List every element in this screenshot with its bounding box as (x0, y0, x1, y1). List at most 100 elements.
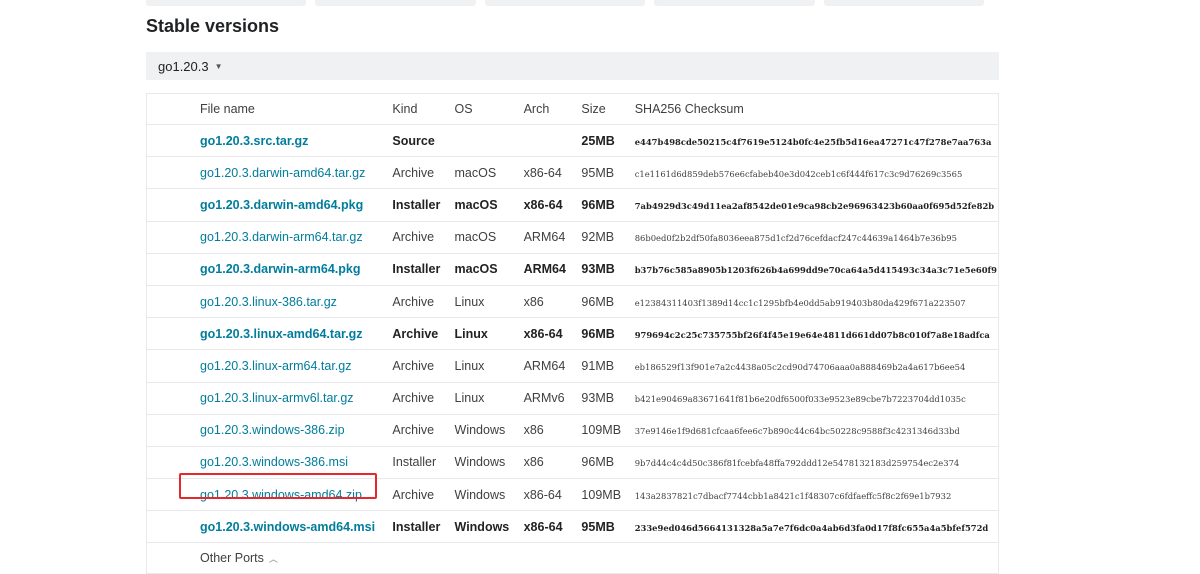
cell-os: Linux (453, 317, 523, 350)
table-row: go1.20.3.src.tar.gz Source 25MB e447b498cde… (147, 123, 998, 157)
cell-os: Windows (453, 413, 523, 447)
checksum-text: b37b76c585a8905b1203f626b4a699dd9e70ca64… (634, 265, 997, 276)
cell-size: 95MB (580, 510, 634, 543)
cell-size: 96MB (580, 445, 634, 479)
column-header-size: Size (581, 102, 606, 116)
checksum-text: 9b7d44c4c4d50c386f81fcebfa48ffa792ddd12e… (634, 458, 960, 469)
version-toggle[interactable]: go1.20.3 ▼ (146, 52, 999, 80)
cell-kind: Archive (391, 284, 454, 318)
download-link[interactable]: go1.20.3.darwin-arm64.pkg (200, 262, 360, 276)
cell-os: Windows (453, 445, 523, 479)
cell-kind: Archive (391, 156, 454, 189)
cell-kind: Archive (391, 349, 454, 382)
checksum-text: c1e1161d6d859deb576e6cfabeb40e3d042ceb1c… (634, 168, 963, 179)
cell-size: 109MB (580, 478, 634, 511)
top-tab-stub[interactable] (146, 0, 307, 6)
cell-size: 109MB (580, 413, 634, 447)
cell-arch: ARMv6 (522, 381, 581, 415)
cell-checksum: 979694c2c25c735755bf26f4f45e19e64e4811d6… (633, 317, 998, 350)
top-tab-stub[interactable] (654, 0, 815, 6)
cell-kind: Archive (391, 413, 454, 447)
checksum-text: 86b0ed0f2b2df50fa8036eea875d1cf2d76cefda… (634, 233, 957, 244)
download-link[interactable]: go1.20.3.darwin-amd64.pkg (200, 198, 363, 212)
cell-file: go1.20.3.windows-amd64.msi (147, 510, 392, 543)
cell-size: 96MB (580, 188, 634, 222)
table-row: go1.20.3.linux-386.tar.gz Archive Linux x86… (147, 284, 998, 318)
cell-size: 96MB (580, 317, 634, 350)
cell-os: Windows (453, 510, 523, 543)
cell-file: go1.20.3.linux-amd64.tar.gz (147, 317, 392, 350)
table-row: go1.20.3.windows-amd64.zip Archive Windows… (147, 478, 998, 511)
cell-file: go1.20.3.darwin-arm64.tar.gz (147, 220, 392, 254)
cell-checksum: 37e9146e1f9d681cfcaa6fee6c7b890c44c64bc5… (633, 413, 998, 447)
download-link[interactable]: go1.20.3.linux-386.tar.gz (200, 295, 337, 309)
cell-arch: x86-64 (522, 478, 581, 511)
cell-kind: Archive (391, 317, 454, 350)
section-title: Stable versions (146, 16, 280, 36)
cell-os: macOS (453, 188, 523, 222)
table-header-row: File name Kind OS Arch Size SHA256 Check… (147, 94, 998, 125)
cell-checksum: e12384311403f1389d14cc1c1295bfb4e0dd5ab9… (633, 284, 998, 318)
column-header-arch: Arch (523, 102, 550, 116)
table-row: go1.20.3.darwin-arm64.pkg Installer macOS A… (147, 252, 998, 286)
cell-checksum: c1e1161d6d859deb576e6cfabeb40e3d042ceb1c… (633, 156, 998, 189)
cell-kind: Archive (391, 220, 454, 254)
checksum-text: 979694c2c25c735755bf26f4f45e19e64e4811d6… (634, 329, 990, 340)
table-row: go1.20.3.darwin-amd64.tar.gz Archive macOS… (147, 156, 998, 189)
cell-os: Linux (453, 381, 523, 415)
download-link[interactable]: go1.20.3.darwin-amd64.tar.gz (200, 166, 365, 180)
caret-down-icon: ▼ (214, 61, 223, 71)
checksum-text: 143a2837821c7dbacf7744cbb1a8421c1f48307c… (634, 490, 952, 501)
table-row: go1.20.3.windows-amd64.msi Installer Windo… (147, 510, 998, 543)
checksum-text: 233e9ed046d5664131328a5a7e7f6dc0a4ab6d3f… (634, 522, 989, 533)
download-link[interactable]: go1.20.3.linux-arm64.tar.gz (200, 359, 351, 373)
download-link[interactable]: go1.20.3.windows-amd64.msi (200, 520, 375, 534)
cell-kind: Archive (391, 381, 454, 415)
download-link[interactable]: go1.20.3.windows-386.zip (200, 423, 345, 437)
cell-checksum: b37b76c585a8905b1203f626b4a699dd9e70ca64… (633, 252, 998, 286)
column-header-kind: Kind (392, 102, 418, 116)
cell-os: Linux (453, 284, 523, 318)
checksum-text: e12384311403f1389d14cc1c1295bfb4e0dd5ab9… (634, 297, 966, 308)
table-row: go1.20.3.darwin-amd64.pkg Installer macOS x… (147, 188, 998, 222)
download-link[interactable]: go1.20.3.windows-amd64.zip (200, 488, 362, 502)
download-link[interactable]: go1.20.3.darwin-arm64.tar.gz (200, 230, 363, 244)
cell-arch: ARM64 (522, 349, 581, 382)
cell-checksum: 233e9ed046d5664131328a5a7e7f6dc0a4ab6d3f… (633, 510, 998, 543)
cell-os: Windows (453, 478, 523, 511)
table-row: go1.20.3.windows-386.msi Installer Windows… (147, 445, 998, 479)
download-link[interactable]: go1.20.3.linux-amd64.tar.gz (200, 327, 363, 341)
cell-checksum: 143a2837821c7dbacf7744cbb1a8421c1f48307c… (633, 478, 998, 511)
other-ports-label: Other Ports (200, 551, 264, 566)
download-link[interactable]: go1.20.3.linux-armv6l.tar.gz (200, 391, 354, 405)
download-link[interactable]: go1.20.3.src.tar.gz (200, 134, 308, 148)
cell-file: go1.20.3.darwin-arm64.pkg (147, 252, 392, 286)
downloads-table-container: File name Kind OS Arch Size SHA256 Check… (146, 93, 999, 574)
table-body: go1.20.3.src.tar.gz Source 25MB e447b498cde… (147, 123, 998, 543)
cell-arch: x86 (522, 284, 581, 318)
cell-arch: x86-64 (522, 188, 581, 222)
cell-kind: Installer (391, 445, 454, 479)
cell-arch: x86-64 (522, 510, 581, 543)
top-tab-stub[interactable] (823, 0, 985, 6)
cell-os: Linux (453, 349, 523, 382)
cell-file: go1.20.3.linux-armv6l.tar.gz (147, 381, 392, 415)
other-ports-toggle[interactable]: Other Ports ︿ (200, 551, 278, 565)
cell-arch: x86-64 (522, 317, 581, 350)
cell-arch: x86 (522, 413, 581, 447)
column-header-checksum: SHA256 Checksum (634, 102, 744, 116)
download-link[interactable]: go1.20.3.windows-386.msi (200, 455, 348, 469)
cell-size: 92MB (580, 220, 634, 254)
cell-file: go1.20.3.windows-amd64.zip (147, 478, 392, 511)
other-ports-cell: Other Ports ︿ (147, 542, 998, 574)
cell-kind: Source (391, 123, 454, 157)
cell-checksum: e447b498cde50215c4f7619e5124b0fc4e25fb5d… (633, 123, 998, 157)
cell-arch (522, 123, 581, 157)
top-tab-stub[interactable] (484, 0, 646, 6)
cell-file: go1.20.3.darwin-amd64.tar.gz (147, 156, 392, 189)
table-row: go1.20.3.darwin-arm64.tar.gz Archive macOS… (147, 220, 998, 254)
cell-file: go1.20.3.windows-386.msi (147, 445, 392, 479)
cell-kind: Installer (391, 188, 454, 222)
checksum-text: eb186529f13f901e7a2c4438a05c2cd90d74706a… (634, 361, 966, 372)
top-tab-stub[interactable] (315, 0, 476, 6)
